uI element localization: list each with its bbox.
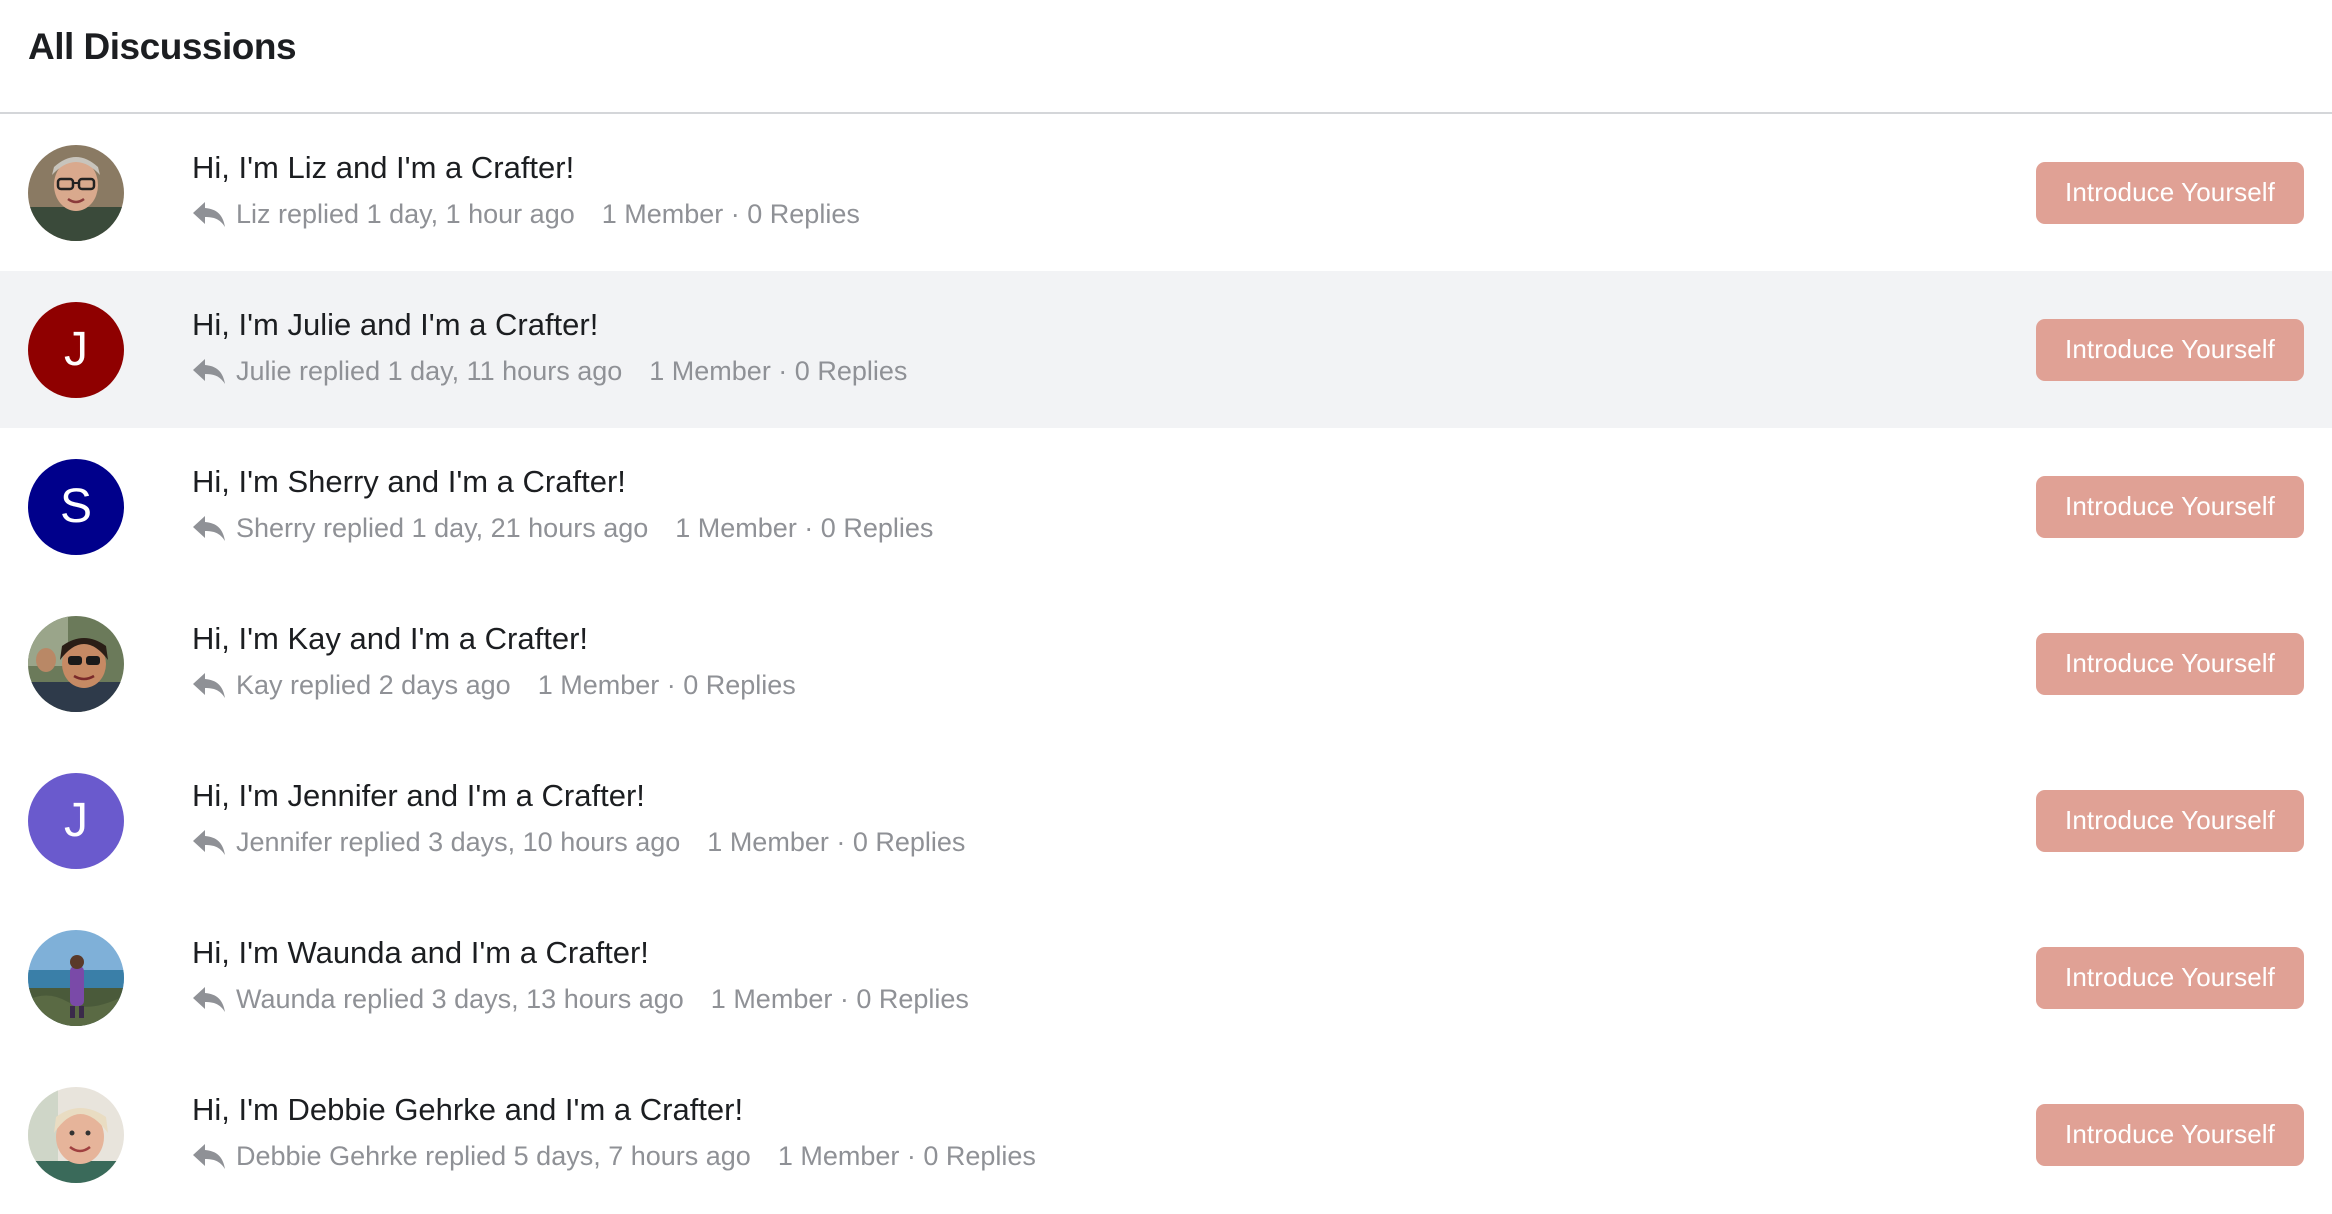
member-reply-count: 1 Member · 0 Replies: [777, 1140, 1036, 1171]
avatar[interactable]: S: [28, 458, 124, 555]
discussion-meta: Jennifer replied 3 days, 10 hours ago 1 …: [192, 824, 2036, 860]
reply-info: Jennifer replied 3 days, 10 hours ago: [236, 826, 681, 857]
introduce-yourself-button[interactable]: Introduce Yourself: [2036, 318, 2304, 381]
discussion-row[interactable]: Hi, I'm Liz and I'm a Crafter! Liz repli…: [0, 114, 2332, 271]
discussion-title[interactable]: Hi, I'm Liz and I'm a Crafter!: [192, 148, 2036, 188]
discussion-meta: Julie replied 1 day, 11 hours ago 1 Memb…: [192, 353, 2036, 389]
discussion-row[interactable]: S Hi, I'm Sherry and I'm a Crafter! Sher…: [0, 428, 2332, 585]
reply-info: Julie replied 1 day, 11 hours ago: [236, 355, 623, 386]
discussion-row[interactable]: Hi, I'm Waunda and I'm a Crafter! Waunda…: [0, 899, 2332, 1056]
person-photo-icon: [28, 144, 124, 241]
discussion-title[interactable]: Hi, I'm Debbie Gehrke and I'm a Crafter!: [192, 1090, 2036, 1130]
discussion-row[interactable]: Hi, I'm Kay and I'm a Crafter! Kay repli…: [0, 585, 2332, 742]
member-reply-count: 1 Member · 0 Replies: [707, 826, 966, 857]
reply-info: Waunda replied 3 days, 13 hours ago: [236, 983, 684, 1014]
person-photo-icon: [28, 929, 124, 1026]
page-header: All Discussions: [0, 0, 2332, 114]
reply-info: Kay replied 2 days ago: [236, 669, 511, 700]
discussion-content: Hi, I'm Julie and I'm a Crafter! Julie r…: [192, 307, 2036, 389]
avatar[interactable]: J: [28, 772, 124, 869]
discussion-content: Hi, I'm Kay and I'm a Crafter! Kay repli…: [192, 621, 2036, 703]
discussion-row[interactable]: J Hi, I'm Jennifer and I'm a Crafter! Je…: [0, 742, 2332, 899]
reply-info: Debbie Gehrke replied 5 days, 7 hours ag…: [236, 1140, 751, 1171]
discussion-meta: Sherry replied 1 day, 21 hours ago 1 Mem…: [192, 510, 2036, 546]
page-title: All Discussions: [28, 26, 297, 67]
reply-icon: [192, 1142, 226, 1170]
avatar[interactable]: [28, 144, 124, 241]
introduce-yourself-button[interactable]: Introduce Yourself: [2036, 632, 2304, 695]
discussion-meta: Kay replied 2 days ago 1 Member · 0 Repl…: [192, 667, 2036, 703]
reply-icon: [192, 514, 226, 542]
introduce-yourself-button[interactable]: Introduce Yourself: [2036, 946, 2304, 1009]
avatar[interactable]: [28, 929, 124, 1026]
person-photo-icon: [28, 615, 124, 712]
discussion-list: Hi, I'm Liz and I'm a Crafter! Liz repli…: [0, 114, 2332, 1213]
introduce-yourself-button[interactable]: Introduce Yourself: [2036, 789, 2304, 852]
discussion-title[interactable]: Hi, I'm Sherry and I'm a Crafter!: [192, 462, 2036, 502]
discussions-page: All Discussions Hi, I'm Liz and I'm a Cr…: [0, 0, 2332, 1214]
avatar[interactable]: J: [28, 301, 124, 398]
discussion-meta: Liz replied 1 day, 1 hour ago 1 Member ·…: [192, 196, 2036, 232]
member-reply-count: 1 Member · 0 Replies: [537, 669, 796, 700]
discussion-row[interactable]: J Hi, I'm Julie and I'm a Crafter! Julie…: [0, 271, 2332, 428]
introduce-yourself-button[interactable]: Introduce Yourself: [2036, 475, 2304, 538]
avatar-initial: S: [59, 480, 92, 533]
reply-icon: [192, 200, 226, 228]
reply-info: Liz replied 1 day, 1 hour ago: [236, 198, 575, 229]
discussion-title[interactable]: Hi, I'm Julie and I'm a Crafter!: [192, 305, 2036, 345]
avatar[interactable]: [28, 1086, 124, 1183]
discussion-title[interactable]: Hi, I'm Jennifer and I'm a Crafter!: [192, 776, 2036, 816]
reply-info: Sherry replied 1 day, 21 hours ago: [236, 512, 649, 543]
introduce-yourself-button[interactable]: Introduce Yourself: [2036, 1103, 2304, 1166]
member-reply-count: 1 Member · 0 Replies: [601, 198, 860, 229]
discussion-content: Hi, I'm Sherry and I'm a Crafter! Sherry…: [192, 464, 2036, 546]
discussion-content: Hi, I'm Liz and I'm a Crafter! Liz repli…: [192, 150, 2036, 232]
reply-icon: [192, 828, 226, 856]
avatar[interactable]: [28, 615, 124, 712]
discussion-meta: Debbie Gehrke replied 5 days, 7 hours ag…: [192, 1138, 2036, 1174]
member-reply-count: 1 Member · 0 Replies: [710, 983, 969, 1014]
avatar-initial: J: [64, 323, 88, 376]
member-reply-count: 1 Member · 0 Replies: [675, 512, 934, 543]
member-reply-count: 1 Member · 0 Replies: [649, 355, 908, 386]
discussion-content: Hi, I'm Waunda and I'm a Crafter! Waunda…: [192, 935, 2036, 1017]
reply-icon: [192, 357, 226, 385]
reply-icon: [192, 985, 226, 1013]
discussion-title[interactable]: Hi, I'm Kay and I'm a Crafter!: [192, 619, 2036, 659]
discussion-meta: Waunda replied 3 days, 13 hours ago 1 Me…: [192, 981, 2036, 1017]
discussion-title[interactable]: Hi, I'm Waunda and I'm a Crafter!: [192, 933, 2036, 973]
avatar-initial: J: [64, 794, 88, 847]
introduce-yourself-button[interactable]: Introduce Yourself: [2036, 161, 2304, 224]
discussion-content: Hi, I'm Jennifer and I'm a Crafter! Jenn…: [192, 778, 2036, 860]
reply-icon: [192, 671, 226, 699]
discussion-row[interactable]: Hi, I'm Debbie Gehrke and I'm a Crafter!…: [0, 1056, 2332, 1213]
discussion-content: Hi, I'm Debbie Gehrke and I'm a Crafter!…: [192, 1092, 2036, 1174]
person-photo-icon: [28, 1086, 124, 1183]
